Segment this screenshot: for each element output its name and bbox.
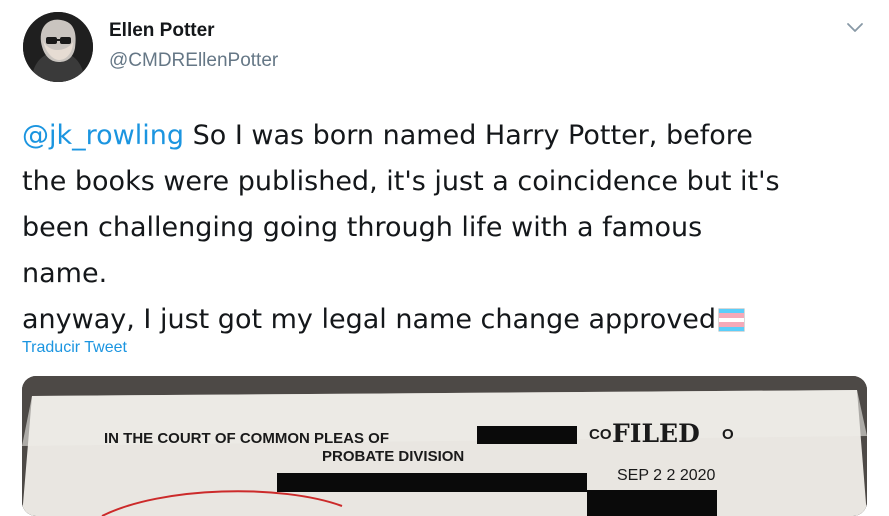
tweet-line-1-text: So I was born named Harry Potter, before [184, 120, 753, 151]
tweet-line-4: name. [22, 258, 108, 289]
avatar[interactable] [23, 12, 93, 82]
mention-link[interactable]: @jk_rowling [22, 120, 184, 151]
filed-stamp-text: FILED [612, 419, 700, 448]
tweet-line-5-text: anyway, I just got my legal name change … [22, 304, 717, 335]
tweet-line-1: @jk_rowling So I was born named Harry Po… [22, 113, 872, 159]
chevron-down-icon[interactable] [845, 20, 865, 36]
stamp-tail-text: O [722, 426, 734, 443]
tweet-line-3: been challenging going through life with… [22, 212, 703, 243]
stamp-partial-text: CO [589, 426, 612, 443]
tweet-line-5: anyway, I just got my legal name change … [22, 297, 872, 343]
author-handle[interactable]: @CMDREllenPotter [109, 50, 278, 72]
redaction-bar [277, 473, 587, 492]
redaction-bar [587, 490, 717, 516]
tweet-text: @jk_rowling So I was born named Harry Po… [22, 113, 872, 343]
division-line-text: PROBATE DIVISION [322, 448, 464, 465]
court-document-photo: IN THE COURT OF COMMON PLEAS OF PROBATE … [22, 376, 867, 516]
court-line-text: IN THE COURT OF COMMON PLEAS OF [104, 430, 389, 447]
author-name[interactable]: Ellen Potter [109, 20, 215, 42]
translate-tweet-link[interactable]: Traducir Tweet [22, 339, 127, 357]
profile-photo [23, 12, 93, 82]
transgender-flag-icon [718, 308, 746, 332]
tweet-media[interactable]: IN THE COURT OF COMMON PLEAS OF PROBATE … [22, 376, 867, 516]
stamp-date-text: SEP 2 2 2020 [617, 467, 716, 484]
tweet-line-2: the books were published, it's just a co… [22, 166, 780, 197]
redaction-bar [477, 426, 577, 444]
